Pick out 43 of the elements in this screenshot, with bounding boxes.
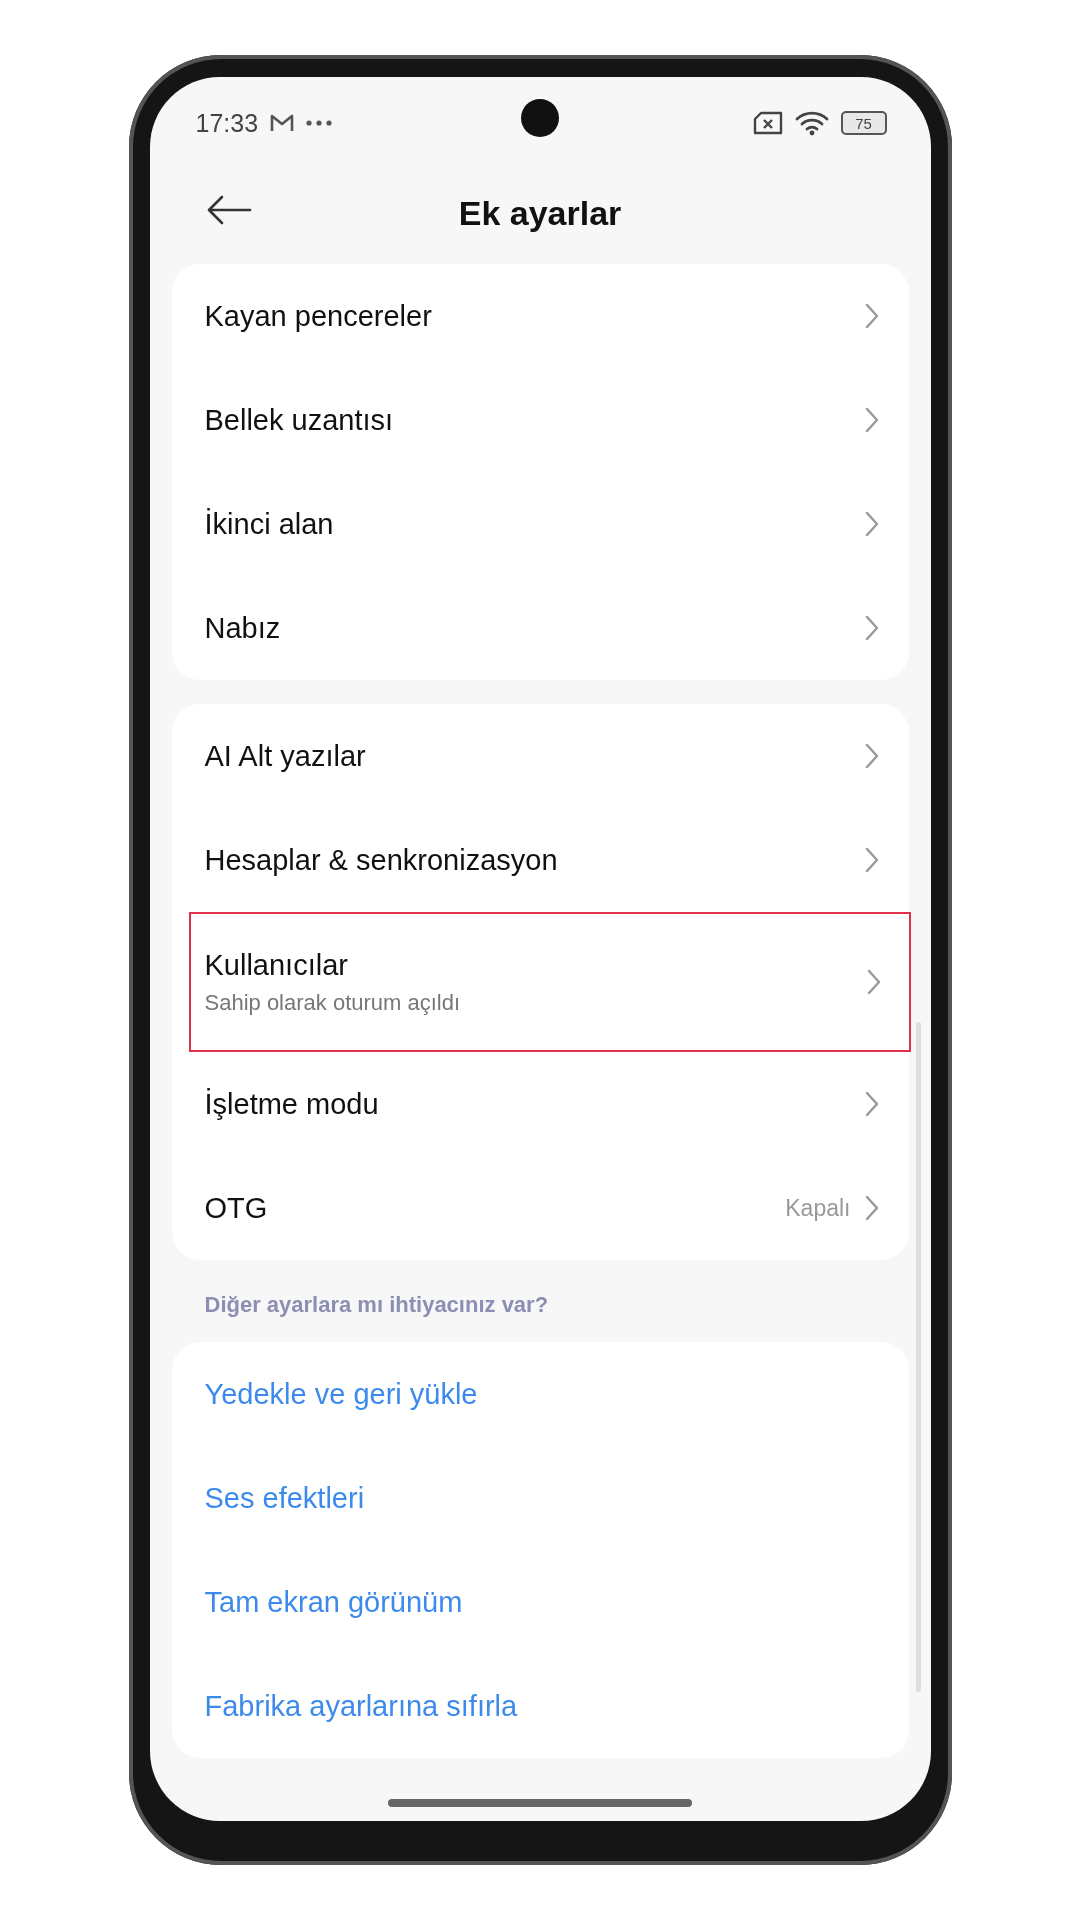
chevron-icon [864,303,879,329]
chevron-icon [864,1091,879,1117]
chevron-icon [864,511,879,537]
settings-row[interactable]: Bellek uzantısı [171,368,909,472]
settings-row[interactable]: OTG Kapalı [171,1156,909,1260]
row-label: İkinci alan [204,507,335,541]
settings-row[interactable]: Kullanıcılar Sahip olarak oturum açıldı [188,912,911,1052]
settings-row[interactable]: Kayan pencereler [171,264,909,368]
row-label: Tam ekran görünüm [204,1585,464,1619]
camera-hole [521,99,559,137]
chevron-icon [864,407,879,433]
settings-row[interactable]: AI Alt yazılar [171,704,909,808]
chevron-icon [864,1195,879,1221]
wifi-icon [794,110,829,136]
settings-row[interactable]: İşletme modu [171,1052,909,1156]
row-label: Yedekle ve geri yükle [204,1377,479,1411]
battery-indicator: 75 [840,111,887,135]
chevron-icon [864,743,879,769]
row-label: Bellek uzantısı [204,403,395,437]
chevron-icon [866,969,881,995]
chevron-icon [864,847,879,873]
sim-card-icon [752,111,783,135]
row-label: Ses efektleri [204,1481,366,1515]
chevron-icon [864,615,879,641]
row-label: İşletme modu [204,1087,380,1121]
settings-row[interactable]: Hesaplar & senkronizasyon [171,808,909,912]
settings-row[interactable]: İkinci alan [171,472,909,576]
mail-icon [270,113,295,133]
row-label: AI Alt yazılar [204,739,367,773]
row-subtitle: Sahip olarak oturum açıldı [204,989,462,1016]
row-label: Fabrika ayarlarına sıfırla [204,1689,519,1723]
section-heading: Diğer ayarlara mı ihtiyacınız var? [203,1291,550,1319]
row-label: Hesaplar & senkronizasyon [204,843,559,877]
back-arrow-icon[interactable] [205,195,252,225]
row-label: Nabız [204,611,282,645]
row-label: Kullanıcılar [204,948,349,982]
row-value: Kapalı [785,1194,851,1222]
more-icon [306,120,333,126]
status-time: 17:33 [195,108,259,138]
settings-row[interactable]: Nabız [171,576,909,680]
row-label: Kayan pencereler [204,299,433,333]
page-title: Ek ayarlar [458,193,622,233]
row-label: OTG [204,1191,269,1225]
